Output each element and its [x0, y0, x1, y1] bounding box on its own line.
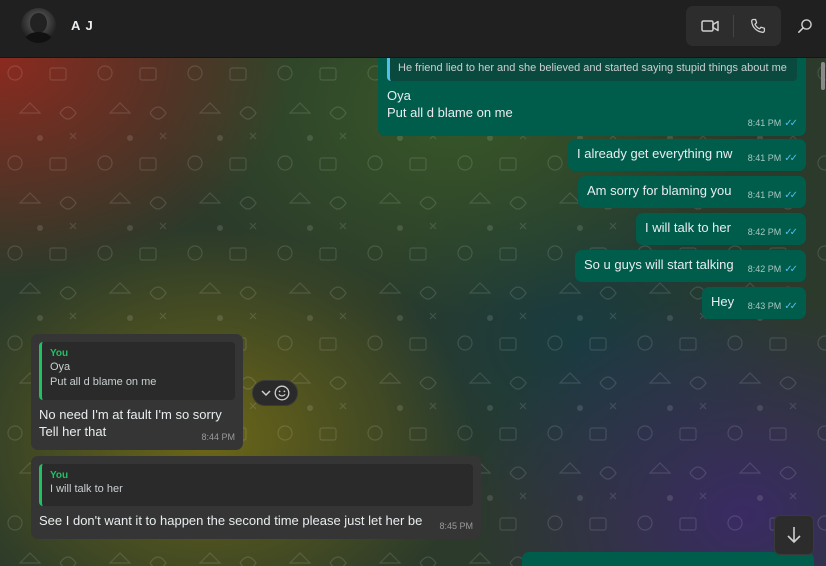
- message-bubble[interactable]: Hey 8:43 PM ✓✓: [702, 287, 806, 319]
- message-time: 8:42 PM: [747, 264, 782, 274]
- message-text: See I don't want it to happen the second…: [39, 513, 423, 528]
- message-time: 8:42 PM: [747, 227, 782, 237]
- quoted-message[interactable]: You I will talk to her: [39, 464, 473, 506]
- search-icon: [798, 19, 812, 33]
- message-meta: 8:41 PM ✓✓: [748, 187, 798, 204]
- message-bubble[interactable]: So u guys will start talking 8:42 PM ✓✓: [575, 250, 806, 282]
- quoted-message[interactable]: You Oya Put all d blame on me: [39, 342, 235, 400]
- quoted-message[interactable]: He friend lied to her and she believed a…: [387, 58, 797, 81]
- message-actions: [252, 380, 298, 406]
- message-bubble-partial[interactable]: [522, 552, 814, 566]
- call-button-group: [686, 6, 781, 46]
- message-time: 8:41 PM: [747, 153, 782, 163]
- chat-header: A J: [0, 0, 826, 58]
- scrollbar-thumb[interactable]: [821, 62, 825, 90]
- message-meta: 8:41 PM ✓✓: [748, 115, 798, 132]
- message-time: 8:41 PM: [747, 118, 782, 128]
- message-bubble[interactable]: He friend lied to her and she believed a…: [378, 58, 806, 136]
- search-button[interactable]: [793, 14, 817, 38]
- read-ticks-icon: ✓✓: [784, 301, 798, 312]
- arrow-down-icon: [787, 527, 801, 544]
- message-meta: 8:41 PM ✓✓: [748, 150, 798, 167]
- read-ticks-icon: ✓✓: [784, 190, 798, 201]
- message-time: 8:44 PM: [201, 432, 235, 442]
- message-time: 8:41 PM: [747, 190, 782, 200]
- quoted-author: You: [50, 470, 69, 481]
- message-bubble[interactable]: You I will talk to her See I don't want …: [31, 456, 481, 539]
- chevron-down-icon[interactable]: [260, 389, 271, 397]
- video-call-button[interactable]: [686, 6, 733, 46]
- video-camera-icon: [700, 20, 719, 32]
- quoted-author: You: [50, 348, 69, 359]
- message-bubble[interactable]: I will talk to her 8:42 PM ✓✓: [636, 213, 806, 245]
- read-ticks-icon: ✓✓: [784, 118, 798, 129]
- read-ticks-icon: ✓✓: [784, 264, 798, 275]
- avatar-shoulders: [25, 32, 52, 43]
- quoted-text: I will talk to her: [50, 483, 123, 495]
- phone-icon: [750, 18, 765, 33]
- read-ticks-icon: ✓✓: [784, 153, 798, 164]
- chat-area[interactable]: He friend lied to her and she believed a…: [0, 58, 826, 566]
- avatar-head: [30, 13, 47, 33]
- contact-name[interactable]: A J: [71, 18, 94, 33]
- message-meta: 8:42 PM ✓✓: [748, 224, 798, 241]
- message-meta: 8:45 PM: [439, 518, 473, 535]
- emoji-icon[interactable]: [274, 385, 290, 401]
- scroll-to-bottom-button[interactable]: [774, 515, 814, 555]
- message-meta: 8:43 PM ✓✓: [748, 298, 798, 315]
- voice-call-button[interactable]: [734, 6, 781, 46]
- contact-avatar[interactable]: [21, 8, 56, 43]
- message-meta: 8:42 PM ✓✓: [748, 261, 798, 278]
- message-text: Oya Put all d blame on me: [387, 88, 513, 120]
- quoted-text: He friend lied to her and she believed a…: [398, 62, 787, 74]
- message-bubble[interactable]: I already get everything nw 8:41 PM ✓✓: [568, 139, 806, 171]
- message-bubble[interactable]: Am sorry for blaming you 8:41 PM ✓✓: [578, 176, 806, 208]
- message-time: 8:45 PM: [439, 521, 473, 531]
- quoted-text: Oya Put all d blame on me: [50, 361, 157, 388]
- message-bubble[interactable]: You Oya Put all d blame on me No need I'…: [31, 334, 243, 450]
- message-meta: 8:44 PM: [201, 429, 235, 446]
- message-time: 8:43 PM: [747, 301, 782, 311]
- read-ticks-icon: ✓✓: [784, 227, 798, 238]
